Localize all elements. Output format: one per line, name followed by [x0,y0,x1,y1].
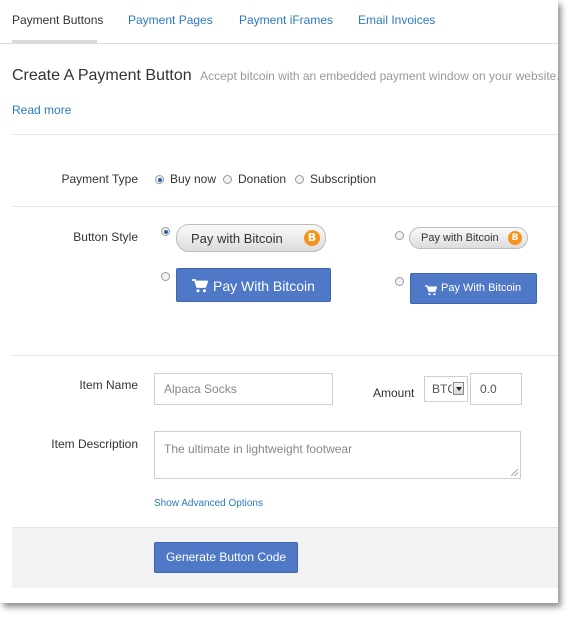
amount-value: 0.0 [480,382,497,396]
currency-select[interactable]: BTC [424,376,468,402]
chevron-down-icon[interactable] [453,382,464,395]
tab-payment-pages[interactable]: Payment Pages [128,13,213,27]
amount-label: Amount [373,386,415,400]
button-style-pill-large-radio[interactable] [161,227,170,236]
pill-large-text: Pay with Bitcoin [191,231,283,246]
tab-payment-buttons[interactable]: Payment Buttons [12,13,103,27]
active-tab-indicator [12,40,97,43]
button-style-blue-large-preview[interactable]: Pay With Bitcoin [176,268,331,302]
cart-icon [192,279,209,298]
payment-type-buy-now-label[interactable]: Buy now [170,172,216,186]
item-description-label: Item Description [51,437,138,451]
payment-button-panel: Payment Buttons Payment Pages Payment iF… [0,0,560,603]
button-style-blue-small-radio[interactable] [395,277,404,286]
item-description-textarea[interactable]: The ultimate in lightweight footwear [154,431,521,479]
blue-large-text: Pay With Bitcoin [213,278,315,294]
resize-handle-icon[interactable] [511,469,518,476]
show-advanced-options-link[interactable]: Show Advanced Options [154,498,263,509]
blue-small-text: Pay With Bitcoin [441,282,522,294]
tab-email-invoices[interactable]: Email Invoices [358,13,435,27]
button-style-pill-large-preview[interactable]: Pay with Bitcoin B [176,224,326,252]
payment-type-donation-label[interactable]: Donation [238,172,286,186]
read-more-link[interactable]: Read more [12,103,71,117]
currency-value: BTC [432,382,452,396]
item-name-label: Item Name [79,378,138,392]
button-style-pill-small-preview[interactable]: Pay with Bitcoin B [409,227,528,249]
payment-type-donation-radio[interactable] [223,175,232,184]
payment-type-buy-now-radio[interactable] [155,175,164,184]
button-style-label: Button Style [73,230,138,244]
tab-bar: Payment Buttons Payment Pages Payment iF… [0,0,558,44]
item-description-placeholder: The ultimate in lightweight footwear [164,442,353,456]
divider [12,355,558,356]
tab-payment-iframes[interactable]: Payment iFrames [239,13,333,27]
page-subtitle: Accept bitcoin with an embedded payment … [200,69,560,83]
page-heading: Create A Payment Button Accept bitcoin w… [12,67,560,85]
payment-type-subscription-radio[interactable] [295,175,304,184]
divider [12,206,558,207]
bitcoin-coin-icon: B [304,230,320,246]
item-name-placeholder: Alpaca Socks [164,382,237,396]
item-name-input[interactable]: Alpaca Socks [154,373,333,405]
payment-type-label: Payment Type [61,172,139,186]
button-style-blue-small-preview[interactable]: Pay With Bitcoin [410,273,537,304]
page-title: Create A Payment Button [12,67,192,84]
pill-small-text: Pay with Bitcoin [421,232,499,244]
amount-input[interactable]: 0.0 [470,373,522,405]
bitcoin-coin-icon: B [508,231,522,245]
generate-button-code-button[interactable]: Generate Button Code [154,542,298,573]
button-style-pill-small-radio[interactable] [395,231,404,240]
divider [12,134,558,135]
payment-type-subscription-label[interactable]: Subscription [310,172,376,186]
cart-icon [425,283,438,301]
button-style-blue-large-radio[interactable] [161,272,170,281]
